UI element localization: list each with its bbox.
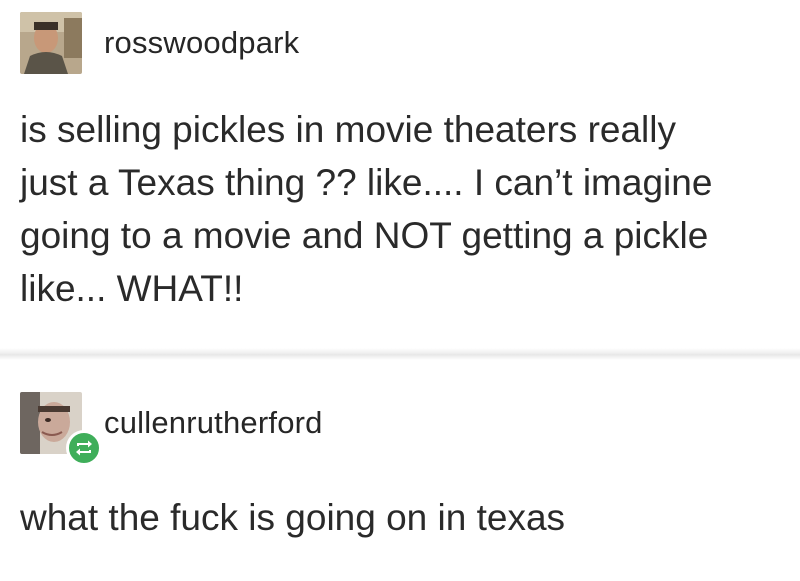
reblog-icon (66, 430, 102, 466)
avatar[interactable] (20, 12, 82, 74)
post: rosswoodpark is selling pickles in movie… (0, 0, 800, 352)
post-text: is selling pickles in movie theaters rea… (20, 109, 713, 309)
reblog-post: cullenrutherford what the fuck is going … (0, 352, 800, 581)
post-text: what the fuck is going on in texas (20, 497, 566, 538)
profile-photo-icon (20, 12, 82, 74)
username[interactable]: rosswoodpark (104, 25, 299, 61)
post-header: rosswoodpark (20, 12, 299, 74)
username[interactable]: cullenrutherford (104, 405, 323, 441)
post-header: cullenrutherford (20, 392, 323, 466)
